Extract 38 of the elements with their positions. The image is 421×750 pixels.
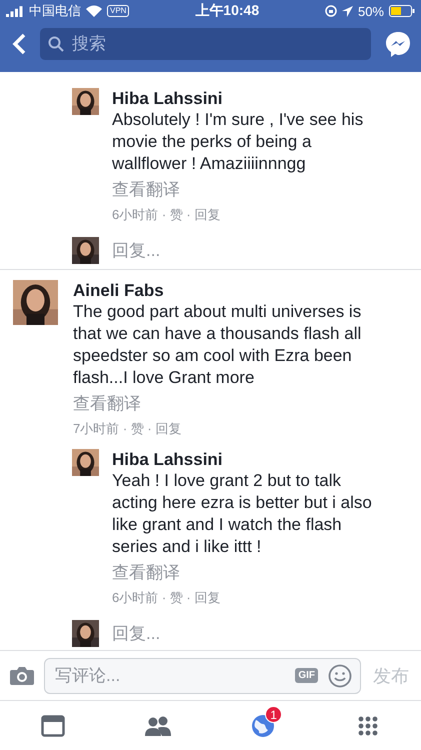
location-arrow-icon — [342, 6, 353, 16]
comment-text: Yeah ! I love grant 2 but to talk acting here ezra is better but i also like grant and I watch the flash series and i like ittt ! — [112, 470, 373, 558]
translate-link[interactable]: 查看翻译 — [112, 177, 377, 203]
messenger-icon[interactable] — [385, 31, 411, 57]
author-name[interactable]: Hiba Lahssini — [112, 449, 377, 470]
clock: 上午10:48 — [195, 2, 260, 20]
news-feed-icon — [40, 714, 65, 736]
people-icon — [144, 716, 171, 736]
vpn-indicator: VPN — [107, 5, 130, 17]
comment-input[interactable]: 写评论... — [53, 664, 286, 686]
battery-percent: 50% — [358, 4, 384, 18]
notification-badge: 1 — [265, 706, 282, 723]
search-input[interactable]: 搜索 — [70, 33, 363, 55]
comment-text: Absolutely ! I'm sure , I've see his movie the perks of being a wallflower ! Amaziiiinnngg — [112, 109, 364, 175]
search-icon — [48, 36, 64, 52]
comment-meta: 6小时前 · 赞 · 回复 — [112, 206, 222, 224]
comment-text: The good part about multi universes is that we can have a thousands flash all speedster so am cool with Ezra been flash...I love Grant more — [73, 301, 362, 389]
author-name[interactable]: Aineli Fabs — [73, 280, 373, 301]
comment-meta: 7小时前 · 赞 · 回复 — [73, 420, 182, 438]
menu-icon — [358, 716, 378, 736]
comment-meta: 6小时前 · 赞 · 回复 — [112, 589, 222, 607]
emoji-icon[interactable] — [328, 664, 352, 688]
translate-link[interactable]: 查看翻译 — [112, 560, 377, 586]
camera-icon[interactable] — [10, 666, 34, 685]
translate-link[interactable]: 查看翻译 — [73, 391, 373, 417]
search-bar[interactable]: 搜索 — [40, 28, 371, 60]
author-name[interactable]: Hiba Lahssini — [112, 88, 377, 109]
wifi-icon — [86, 5, 102, 17]
rotation-lock-icon — [324, 5, 337, 17]
reply-prompt[interactable]: 回复... — [112, 238, 160, 262]
battery-icon — [389, 5, 415, 17]
carrier-name: 中国电信 — [29, 2, 81, 20]
reply-prompt[interactable]: 回复... — [112, 622, 160, 644]
tab-button[interactable]: 1 — [210, 701, 316, 750]
comment-field[interactable]: 写评论... GIF — [44, 658, 361, 694]
signal-icon — [6, 6, 24, 16]
gif-button[interactable]: GIF — [295, 668, 318, 683]
back-icon[interactable] — [12, 33, 26, 55]
